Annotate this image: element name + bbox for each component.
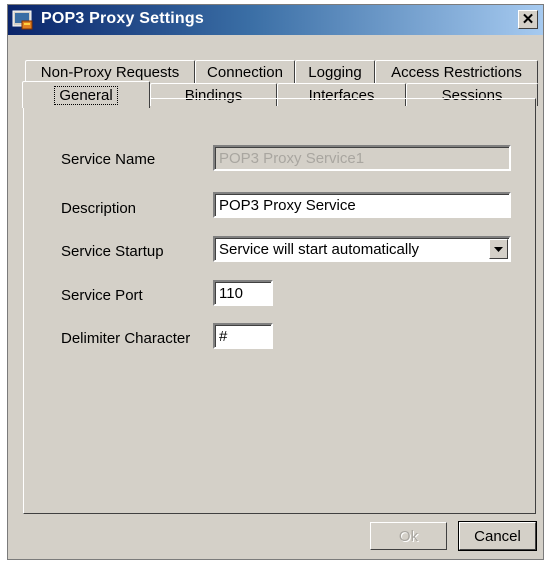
ok-button[interactable]: Ok	[370, 522, 447, 550]
tab-label: Access Restrictions	[391, 63, 522, 81]
app-icon	[12, 10, 33, 30]
window-title: POP3 Proxy Settings	[41, 10, 204, 27]
chevron-down-icon	[494, 246, 503, 252]
pop3-proxy-settings-dialog: POP3 Proxy Settings ✕ Non-Proxy Requests…	[7, 4, 544, 560]
description-field[interactable]: POP3 Proxy Service	[213, 192, 511, 218]
close-button[interactable]: ✕	[518, 10, 538, 29]
service-port-field[interactable]: 110	[213, 280, 273, 306]
tab-label: Logging	[308, 63, 362, 81]
tab-label: General	[54, 85, 118, 105]
service-name-label: Service Name	[61, 151, 156, 168]
service-startup-label: Service Startup	[61, 243, 164, 260]
service-port-label: Service Port	[61, 287, 143, 304]
cancel-label: Cancel	[474, 527, 521, 545]
tab-access-restrictions[interactable]: Access Restrictions	[375, 60, 538, 83]
tab-connection[interactable]: Connection	[195, 60, 295, 83]
tab-general[interactable]: General	[22, 81, 150, 108]
tab-logging[interactable]: Logging	[295, 60, 375, 83]
title-bar[interactable]: POP3 Proxy Settings ✕	[8, 5, 543, 35]
tab-non-proxy-requests[interactable]: Non-Proxy Requests	[25, 60, 195, 83]
delimiter-character-field[interactable]: #	[213, 323, 273, 349]
cancel-button[interactable]: Cancel	[458, 521, 537, 551]
tab-label: Connection	[207, 63, 283, 81]
service-startup-select[interactable]: Service will start automatically	[213, 236, 511, 262]
description-label: Description	[61, 200, 137, 217]
service-startup-value: Service will start automatically	[219, 241, 420, 258]
delimiter-character-label: Delimiter Character	[61, 330, 191, 347]
tab-label: Non-Proxy Requests	[40, 63, 180, 81]
service-name-field: POP3 Proxy Service1	[213, 145, 511, 171]
close-icon: ✕	[521, 11, 535, 28]
dropdown-button[interactable]	[489, 239, 508, 259]
ok-label: Ok	[398, 527, 419, 545]
